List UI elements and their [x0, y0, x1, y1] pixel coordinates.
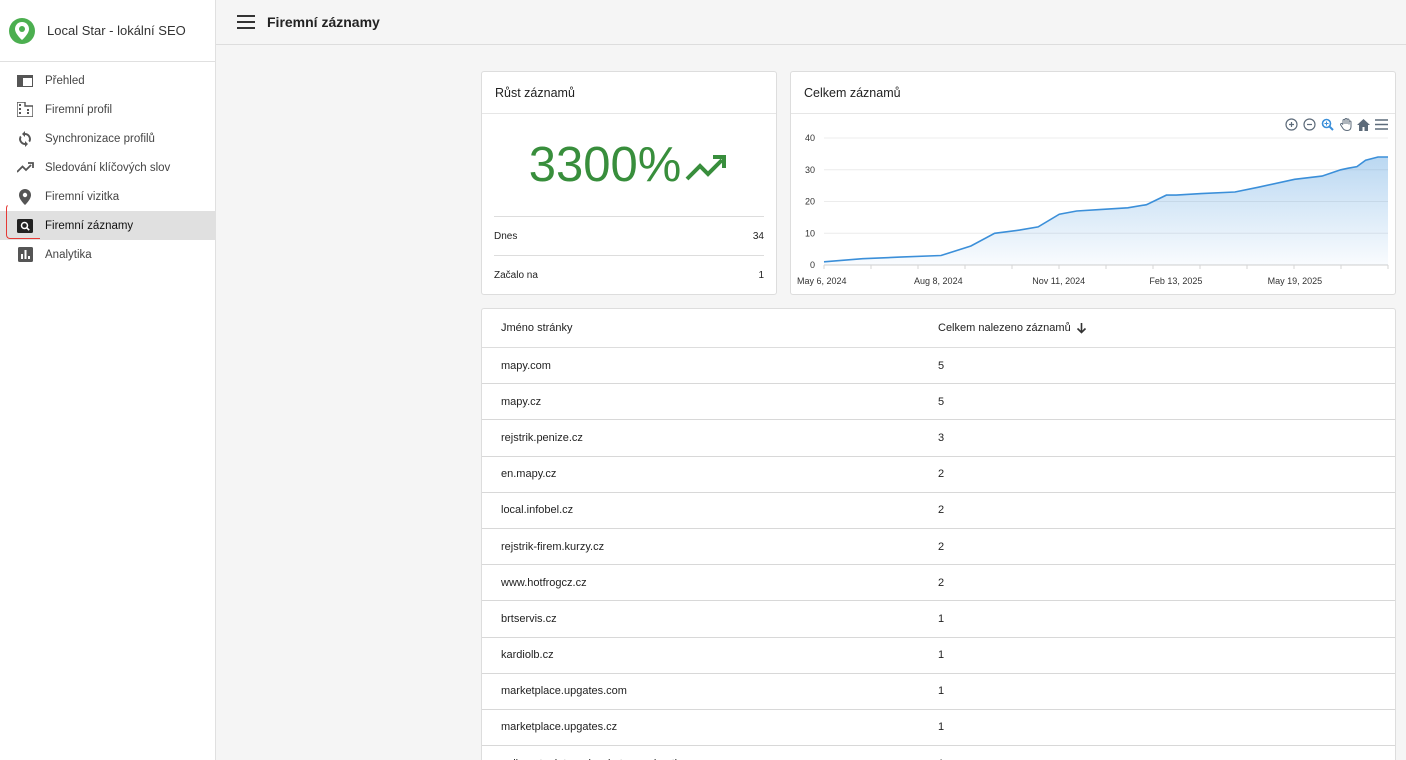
sidebar-item-label: Firemní záznamy — [45, 219, 134, 232]
y-tick-label: 0 — [810, 260, 815, 270]
sidebar: Local Star - lokální SEO Přehled Firemní… — [0, 0, 216, 760]
count-cell: 5 — [938, 359, 945, 372]
search-box-icon — [16, 217, 34, 235]
y-tick-label: 10 — [805, 228, 815, 238]
sidebar-item-prehled[interactable]: Přehled — [0, 66, 215, 95]
sidebar-item-synchronizace[interactable]: Synchronizace profilů — [0, 124, 215, 153]
sync-icon — [16, 130, 34, 148]
count-cell: 3 — [938, 431, 945, 444]
count-cell: 1 — [938, 612, 945, 625]
x-tick-label: Nov 11, 2024 — [1032, 276, 1085, 286]
table-row[interactable]: marketplace.upgates.cz 1 — [482, 710, 1395, 747]
x-tick-label: Feb 13, 2025 — [1149, 276, 1202, 286]
menu-icon[interactable] — [237, 15, 255, 29]
sidebar-item-analytika[interactable]: Analytika — [0, 240, 215, 269]
app-title: Local Star - lokální SEO — [47, 23, 186, 38]
start-value: 1 — [758, 269, 764, 281]
brand[interactable]: Local Star - lokální SEO — [0, 0, 215, 62]
site-name-cell: marketplace.upgates.com — [501, 685, 627, 698]
growth-value: 3300% — [528, 138, 682, 192]
today-row: Dnes 34 — [494, 216, 764, 255]
sidebar-item-firemni-profil[interactable]: Firemní profil — [0, 95, 215, 124]
sidebar-item-firemni-vizitka[interactable]: Firemní vizitka — [0, 182, 215, 211]
dashboard-icon — [16, 72, 34, 90]
y-tick-label: 20 — [805, 197, 815, 207]
chart-title: Celkem záznamů — [791, 72, 1395, 114]
series-area — [824, 157, 1388, 265]
sidebar-item-label: Sledování klíčových slov — [45, 161, 171, 174]
top-bar: Firemní záznamy — [216, 0, 1406, 45]
trending-icon — [16, 159, 34, 177]
location-pin-icon — [16, 188, 34, 206]
growth-value-box: 3300% — [482, 114, 776, 216]
chart-card: Celkem záznamů 0 10 20 30 40 May 6, 2024… — [790, 71, 1396, 295]
table-body: mapy.com 5 mapy.cz 5 rejstrik.penize.cz 3 en.m… — [482, 348, 1395, 760]
y-tick-label: 40 — [805, 133, 815, 143]
table-row[interactable]: online-star.internal.webstorage.hosting1 — [482, 746, 1395, 760]
table-row[interactable]: brtservis.cz 1 — [482, 601, 1395, 638]
site-name-cell: local.infobel.cz — [501, 504, 574, 517]
sidebar-item-firemni-zaznamy[interactable]: Firemní záznamy — [0, 211, 215, 240]
start-row: Začalo na 1 — [494, 255, 764, 294]
site-name-cell: en.mapy.cz — [501, 468, 557, 481]
site-name-cell: mapy.com — [501, 359, 551, 372]
sidebar-item-label: Firemní profil — [45, 103, 113, 116]
count-cell: 2 — [938, 576, 945, 589]
sort-desc-arrow-icon[interactable] — [1076, 322, 1087, 334]
trending-up-icon — [685, 137, 729, 193]
sidebar-item-sledovani-klicovych-slov[interactable]: Sledování klíčových slov — [0, 153, 215, 182]
bar-chart-icon — [16, 246, 34, 264]
records-area-chart: 0 10 20 30 40 May 6, 2024 Aug 8, 2024 Nov 11, … — [797, 133, 1389, 286]
count-cell: 2 — [938, 504, 945, 517]
x-tick-label: May 19, 2025 — [1268, 276, 1323, 286]
sidebar-item-label: Synchronizace profilů — [45, 132, 155, 145]
sidebar-item-label: Přehled — [45, 74, 85, 87]
table-row[interactable]: mapy.cz 5 — [482, 384, 1395, 421]
location-pin-logo-icon — [9, 17, 35, 44]
x-tick-label: May 6, 2024 — [797, 276, 847, 286]
column-header-count[interactable]: Celkem nalezeno záznamů — [938, 322, 1395, 334]
column-header-site[interactable]: Jméno stránky — [482, 322, 938, 334]
table-row[interactable]: kardiolb.cz 1 — [482, 638, 1395, 674]
today-value: 34 — [752, 230, 764, 242]
site-name-cell: marketplace.upgates.cz — [501, 721, 618, 734]
site-name-cell: www.hotfrogcz.cz — [501, 576, 587, 589]
count-cell: 1 — [938, 721, 945, 734]
site-name-cell: rejstrik-firem.kurzy.cz — [501, 540, 605, 553]
sidebar-item-label: Analytika — [45, 248, 92, 261]
listings-table: Jméno stránky Celkem nalezeno záznamů ma… — [481, 308, 1396, 760]
site-name-cell: brtservis.cz — [501, 612, 557, 625]
table-row[interactable]: mapy.com 5 — [482, 348, 1395, 385]
count-cell: 5 — [938, 395, 945, 408]
sidebar-item-label: Firemní vizitka — [45, 190, 120, 203]
table-header: Jméno stránky Celkem nalezeno záznamů — [482, 309, 1395, 348]
y-tick-label: 30 — [805, 165, 815, 175]
table-row[interactable]: local.infobel.cz 2 — [482, 493, 1395, 529]
sidebar-nav: Přehled Firemní profil Synchronizace pro… — [0, 62, 215, 269]
table-row[interactable]: rejstrik.penize.cz 3 — [482, 420, 1395, 457]
start-label: Začalo na — [494, 269, 538, 281]
count-cell: 2 — [938, 468, 945, 481]
count-cell: 1 — [938, 685, 945, 698]
table-row[interactable]: en.mapy.cz 2 — [482, 457, 1395, 493]
growth-card-title: Růst záznamů — [482, 72, 776, 114]
column-header-count-label: Celkem nalezeno záznamů — [938, 322, 1071, 334]
growth-card: Růst záznamů 3300% Dnes 34 Začalo na 1 — [481, 71, 777, 295]
page-title: Firemní záznamy — [267, 14, 380, 30]
table-row[interactable]: rejstrik-firem.kurzy.cz 2 — [482, 529, 1395, 566]
site-name-cell: mapy.cz — [501, 395, 542, 408]
today-label: Dnes — [494, 230, 518, 242]
table-row[interactable]: www.hotfrogcz.cz 2 — [482, 565, 1395, 602]
table-row[interactable]: marketplace.upgates.com 1 — [482, 674, 1395, 710]
count-cell: 2 — [938, 540, 945, 553]
x-tick-label: Aug 8, 2024 — [914, 276, 963, 286]
building-icon — [16, 101, 34, 119]
site-name-cell: kardiolb.cz — [501, 649, 554, 662]
site-name-cell: rejstrik.penize.cz — [501, 431, 583, 444]
count-cell: 1 — [938, 649, 945, 662]
